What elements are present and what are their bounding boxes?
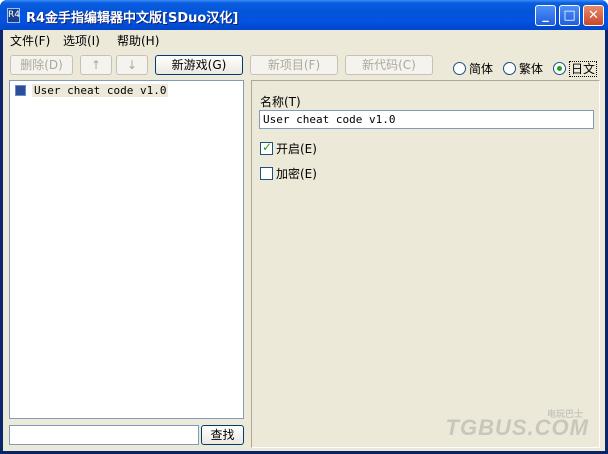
radio-dot <box>553 62 566 75</box>
radio-label: 日文 <box>569 61 598 77</box>
app-window: R4 R4金手指编辑器中文版[SDuo汉化] _ □ ✕ 文件(F) 选项(I)… <box>0 0 608 454</box>
radio-dot <box>503 62 516 75</box>
radio-dot <box>453 62 466 75</box>
window-title: R4金手指编辑器中文版[SDuo汉化] <box>26 11 239 26</box>
editor-panel: 名称(T) User cheat code v1.0 开启(E) 加密(E) 电… <box>251 80 600 448</box>
name-field[interactable]: User cheat code v1.0 <box>259 110 594 129</box>
tree-item[interactable]: User cheat code v1.0 <box>15 84 169 97</box>
search-input[interactable] <box>9 425 199 445</box>
name-label: 名称(T) <box>260 95 301 109</box>
close-button[interactable]: ✕ <box>583 5 604 26</box>
radio-simplified[interactable]: 简体 <box>453 60 493 76</box>
search-button[interactable]: 查找 <box>201 425 244 445</box>
maximize-button[interactable]: □ <box>559 5 580 26</box>
radio-traditional[interactable]: 繁体 <box>503 60 543 76</box>
new-item-button[interactable]: 新项目(F) <box>250 55 338 75</box>
cheat-code-icon <box>15 85 26 96</box>
menu-options[interactable]: 选项(I) <box>63 32 100 49</box>
radio-japanese[interactable]: 日文 <box>553 60 598 77</box>
cheat-tree[interactable]: User cheat code v1.0 <box>9 80 244 419</box>
app-icon: R4 <box>7 8 20 23</box>
client-area: 文件(F) 选项(I) 帮助(H) 删除(D) ↑ ↓ 新游戏(G) 新项目(F… <box>3 30 605 451</box>
title-bar[interactable]: R4 R4金手指编辑器中文版[SDuo汉化] _ □ ✕ <box>0 0 608 30</box>
checkbox-box <box>260 140 273 155</box>
new-game-button[interactable]: 新游戏(G) <box>155 55 243 75</box>
delete-button[interactable]: 删除(D) <box>10 55 73 75</box>
radio-label: 繁体 <box>519 62 544 76</box>
enabled-checkbox[interactable]: 开启(E) <box>260 140 317 156</box>
menu-bar: 文件(F) 选项(I) 帮助(H) <box>3 30 605 50</box>
menu-file[interactable]: 文件(F) <box>10 32 50 49</box>
watermark-sub: 电玩巴士 <box>546 409 583 419</box>
menu-help[interactable]: 帮助(H) <box>117 32 159 49</box>
tree-item-label: User cheat code v1.0 <box>32 84 169 97</box>
minimize-button[interactable]: _ <box>535 5 556 26</box>
checkbox-label: 开启(E) <box>276 142 317 156</box>
move-down-button[interactable]: ↓ <box>116 55 148 75</box>
new-code-button[interactable]: 新代码(C) <box>345 55 433 75</box>
move-up-button[interactable]: ↑ <box>80 55 112 75</box>
checkbox-box <box>260 167 273 180</box>
checkbox-label: 加密(E) <box>276 167 317 181</box>
encrypted-checkbox[interactable]: 加密(E) <box>260 165 317 181</box>
radio-label: 简体 <box>469 62 494 76</box>
watermark-logo: 电玩巴士 TGBUS.COM <box>446 409 589 441</box>
